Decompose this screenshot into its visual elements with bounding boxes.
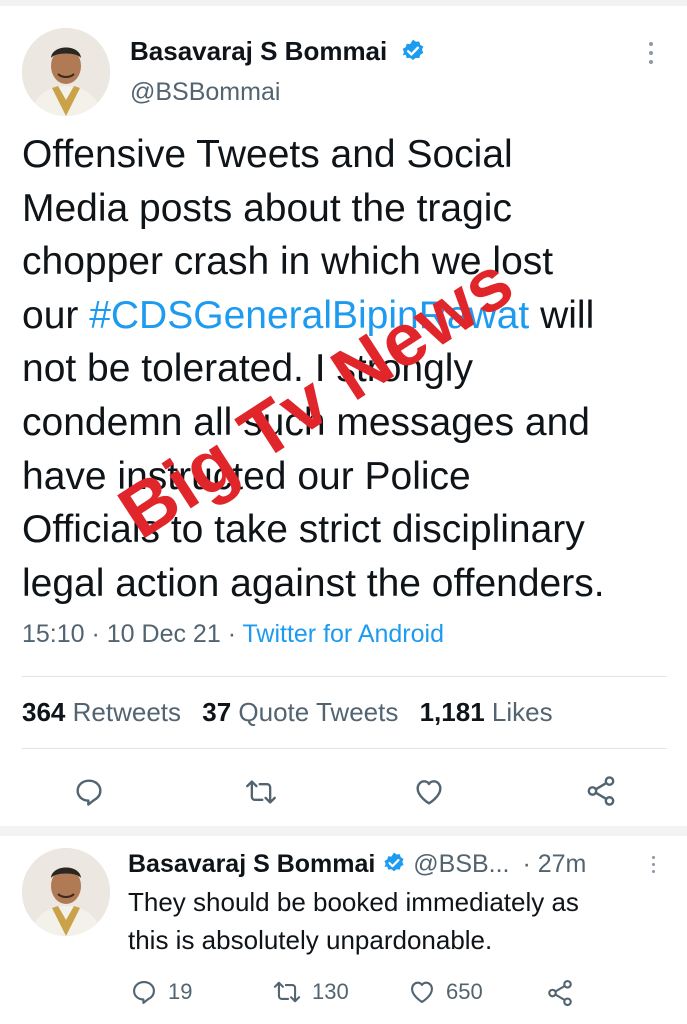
share-icon [548,979,572,1007]
tweet-line: chopper crash in which we lost [22,240,554,284]
like-icon [411,981,433,1003]
reply-avatar-image [22,848,110,936]
reply-body: They should be booked immediately as thi… [128,883,668,959]
reply-author-handle[interactable]: @BSB... [413,850,509,878]
likes-label: Likes [491,697,553,727]
share-icon [587,776,615,806]
likes-stat[interactable]: 1,181 Likes [420,697,553,727]
quote-tweets-stat[interactable]: 37 Quote Tweets [202,697,398,727]
retweet-count: 130 [312,979,349,1004]
tweet-line-text: will [529,293,595,337]
tweet-line: legal action against the offenders. [22,561,605,605]
author-handle[interactable]: @BSBommai [130,78,280,107]
verified-badge-icon [403,39,424,61]
share-button[interactable] [584,774,618,813]
reply-icon [133,981,155,1005]
retweets-count: 364 [22,697,66,727]
like-count: 650 [446,979,483,1004]
retweet-button[interactable] [244,776,278,813]
divider [22,676,667,677]
reply-line: this is absolutely unpardonable. [128,925,493,955]
reply-time[interactable]: · 27m [522,850,586,878]
retweet-icon [246,780,276,804]
reply-retweet-button[interactable]: 130 [272,978,349,1006]
author-name-text[interactable]: Basavaraj S Bommai [130,36,387,66]
reply-header: Basavaraj S Bommai @BSB... · 27m [128,850,586,879]
tweet-line-text: our [22,293,90,337]
verified-badge-icon [384,852,404,872]
retweets-stat[interactable]: 364 Retweets [22,697,181,727]
top-border [0,0,687,6]
author-avatar[interactable] [22,28,110,116]
tweet-source-link[interactable]: Twitter for Android [243,620,444,648]
reply-author-name[interactable]: Basavaraj S Bommai [128,850,375,878]
reply-more-options-icon[interactable] [650,856,656,877]
quote-count: 37 [202,697,232,727]
author-name[interactable]: Basavaraj S Bommai [130,36,426,67]
retweet-icon [273,981,301,1003]
tweet-line: Offensive Tweets and Social [22,133,513,176]
likes-count: 1,181 [419,697,485,727]
section-separator [0,826,687,836]
avatar-image [22,28,110,116]
tweet-stats: 364 Retweets 37 Quote Tweets 1,181 Likes [22,697,567,728]
like-button[interactable] [413,776,445,813]
reply-button[interactable] [73,776,105,813]
reply-line: They should be booked immediately as [128,887,579,917]
reply-like-button[interactable]: 650 [408,978,483,1006]
quote-label: Quote Tweets [238,697,399,727]
retweets-label: Retweets [72,697,182,727]
tweet-timestamp[interactable]: 15:10 · 10 Dec 21 · [22,620,243,648]
reply-share-button[interactable] [545,978,575,1008]
tweet-meta: 15:10 · 10 Dec 21 · Twitter for Android [22,620,444,649]
reply-icon [76,779,102,806]
like-icon [416,780,442,805]
reply-author-avatar[interactable] [22,848,110,936]
reply-reply-button[interactable]: 19 [130,978,192,1006]
divider [22,748,667,749]
more-options-icon[interactable] [648,42,654,69]
reply-count: 19 [168,979,193,1004]
tweet-line: Media posts about the tragic [22,186,512,230]
